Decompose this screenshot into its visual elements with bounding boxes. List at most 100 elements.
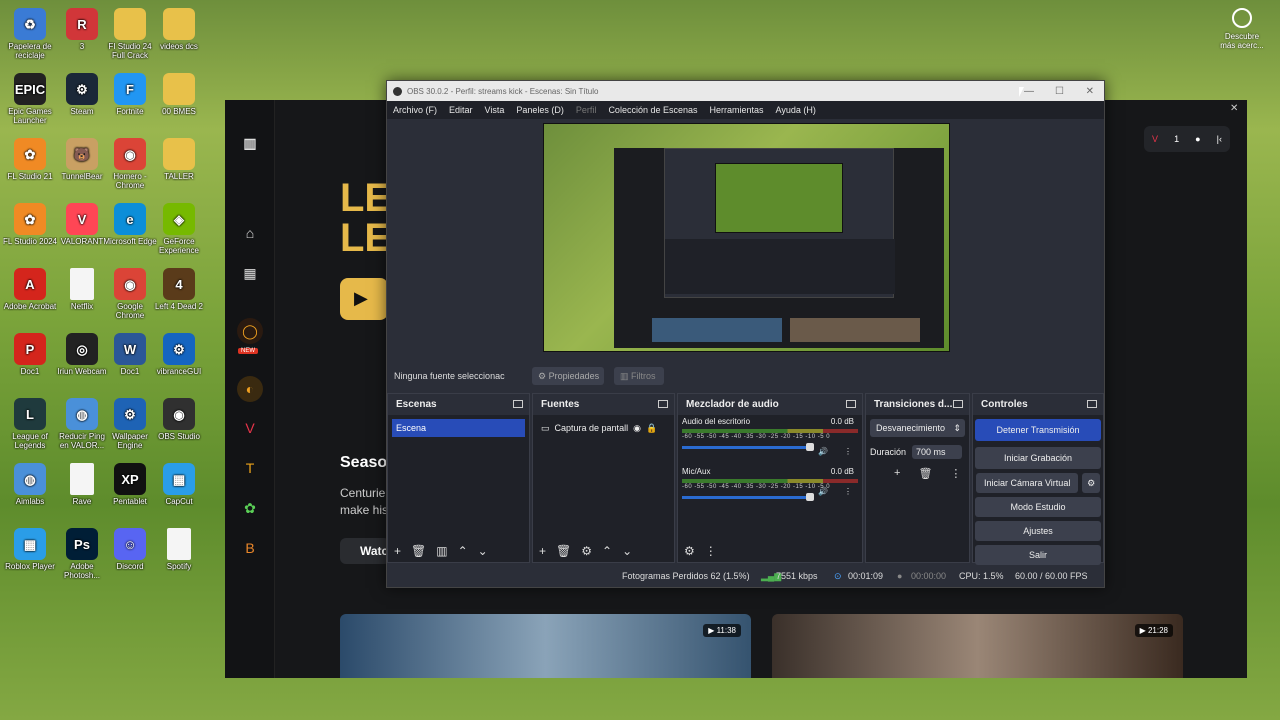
desktop-shortcut[interactable]: Ps Adobe Photosh... [55, 528, 109, 580]
undock-icon[interactable] [513, 400, 523, 408]
channel-avatar-icon[interactable]: B [237, 535, 263, 561]
kick-play-button[interactable]: ▶ [340, 278, 388, 320]
menu-file[interactable]: Archivo (F) [387, 105, 443, 115]
maximize-icon[interactable]: ☐ [1055, 86, 1064, 97]
trash-icon[interactable]: 🗑 [411, 544, 426, 558]
desktop-shortcut[interactable]: ▦ CapCut [152, 463, 206, 506]
desktop-shortcut[interactable]: Rave [55, 463, 109, 506]
watch-button[interactable]: Watc [340, 538, 390, 564]
filter-icon[interactable]: ▥ [436, 544, 447, 558]
advanced-audio-icon[interactable]: ⚙ [684, 544, 695, 558]
channel-avatar-icon[interactable]: ✿ [237, 495, 263, 521]
discover-widget[interactable]: Descubre más acerc... [1218, 8, 1266, 50]
close-icon[interactable]: ✕ [1086, 86, 1094, 97]
menu-edit[interactable]: Editar [443, 105, 479, 115]
gear-icon[interactable]: ⚙ [581, 544, 592, 558]
desktop-shortcut[interactable]: ✿ FL Studio 21 [3, 138, 57, 181]
desktop-shortcut[interactable]: videos dcs [152, 8, 206, 51]
desktop-shortcut[interactable]: ✿ FL Studio 2024 [3, 203, 57, 246]
desktop-shortcut[interactable]: Netflix [55, 268, 109, 311]
properties-button[interactable]: ⚙ Propiedades [532, 367, 604, 385]
up-arrow-icon[interactable]: ⌃ [602, 544, 612, 558]
more-options-icon[interactable]: ⋮ [844, 487, 852, 496]
volume-slider[interactable] [682, 493, 814, 501]
desktop-shortcut[interactable]: ◍ Reducir Ping en VALOR... [55, 398, 109, 450]
desktop-shortcut[interactable]: V VALORANT [55, 203, 109, 246]
desktop-shortcut[interactable]: R3 [55, 8, 109, 51]
thumbnail-video-2[interactable]: ▶ 21:28 [772, 614, 1183, 678]
volume-slider[interactable] [682, 443, 814, 451]
up-arrow-icon[interactable]: ⌃ [458, 544, 468, 558]
collapse-icon[interactable]: |‹ [1217, 134, 1222, 144]
speaker-icon[interactable]: 🔊 [818, 487, 828, 496]
undock-icon[interactable] [658, 400, 668, 408]
obs-titlebar[interactable]: OBS 30.0.2 - Perfil: streams kick - Esce… [387, 81, 1104, 101]
user-icon[interactable]: ● [1195, 134, 1200, 144]
desktop-shortcut[interactable]: P Doc1 [3, 333, 57, 376]
desktop-shortcut[interactable]: e Microsoft Edge [103, 203, 157, 246]
kick-logo-icon[interactable]: ▥ [237, 130, 263, 156]
lock-icon[interactable]: 🔒 [646, 423, 657, 433]
undock-icon[interactable] [1087, 400, 1097, 408]
desktop-shortcut[interactable]: ◈ GeForce Experience [152, 203, 206, 255]
menu-view[interactable]: Vista [479, 105, 511, 115]
desktop-shortcut[interactable]: ☺ Discord [103, 528, 157, 571]
desktop-shortcut[interactable]: ▦ Roblox Player [3, 528, 57, 571]
menu-tools[interactable]: Herramientas [704, 105, 770, 115]
desktop-shortcut[interactable]: ⚙ Steam [55, 73, 109, 116]
desktop-shortcut[interactable]: FI Studio 24 Full Crack [103, 8, 157, 60]
kick-close-icon[interactable]: ✕ [1230, 103, 1238, 114]
channel-avatar-icon[interactable]: ◐ [237, 376, 263, 402]
obs-preview[interactable] [543, 123, 950, 352]
source-item[interactable]: ▭ Captura de pantall ◉ 🔒 [537, 419, 670, 437]
studio-mode-button[interactable]: Modo Estudio [975, 497, 1101, 517]
menu-scene-collection[interactable]: Colección de Escenas [602, 105, 703, 115]
desktop-shortcut[interactable]: 4 Left 4 Dead 2 [152, 268, 206, 311]
desktop-shortcut[interactable]: TALLER [152, 138, 206, 181]
desktop-shortcut[interactable]: Spotify [152, 528, 206, 571]
desktop-shortcut[interactable]: ⚙ vibranceGUI [152, 333, 206, 376]
desktop-shortcut[interactable]: 00 BMES [152, 73, 206, 116]
down-arrow-icon[interactable]: ⌄ [622, 544, 632, 558]
stop-streaming-button[interactable]: Detener Transmisión [975, 419, 1101, 441]
start-virtual-camera-button[interactable]: Iniciar Cámara Virtual [976, 473, 1079, 493]
trash-icon[interactable]: 🗑 [918, 467, 932, 480]
duration-input[interactable]: 700 ms [912, 445, 963, 459]
more-options-icon[interactable]: ⋮ [844, 447, 852, 456]
desktop-shortcut[interactable]: ♻ Papelera de reciclaje [3, 8, 57, 60]
valorant-channel-icon[interactable]: V [237, 415, 263, 441]
eye-icon[interactable]: ◉ [633, 423, 641, 433]
channel-avatar-icon[interactable]: ◯ [237, 318, 263, 344]
desktop-shortcut[interactable]: EPIC Epic Games Launcher [3, 73, 57, 125]
trash-icon[interactable]: 🗑 [556, 544, 571, 558]
speaker-icon[interactable]: 🔊 [818, 447, 828, 456]
desktop-shortcut[interactable]: ◉ Homero - Chrome [103, 138, 157, 190]
home-icon[interactable]: ⌂ [237, 220, 263, 246]
desktop-shortcut[interactable]: ⚙ Wallpaper Engine [103, 398, 157, 450]
exit-button[interactable]: Salir [975, 545, 1101, 565]
add-icon[interactable]: + [539, 544, 546, 558]
desktop-shortcut[interactable]: A Adobe Acrobat [3, 268, 57, 311]
undock-icon[interactable] [953, 400, 963, 408]
more-options-icon[interactable]: ⋮ [950, 467, 961, 480]
desktop-shortcut[interactable]: ◎ Iriun Webcam [55, 333, 109, 376]
desktop-shortcut[interactable]: W Doc1 [103, 333, 157, 376]
browse-icon[interactable]: ▦ [237, 260, 263, 286]
desktop-shortcut[interactable]: F Fortnite [103, 73, 157, 116]
add-icon[interactable]: + [394, 544, 401, 558]
desktop-shortcut[interactable]: ◉ OBS Studio [152, 398, 206, 441]
minimize-icon[interactable]: — [1024, 86, 1034, 97]
add-icon[interactable]: + [894, 467, 900, 480]
valorant-small-icon[interactable]: V [1152, 134, 1158, 144]
menu-help[interactable]: Ayuda (H) [770, 105, 822, 115]
desktop-shortcut[interactable]: L League of Legends [3, 398, 57, 450]
virtual-camera-settings-gear-icon[interactable]: ⚙ [1082, 473, 1100, 493]
thumbnail-video-1[interactable]: ▶ 11:38 [340, 614, 751, 678]
down-arrow-icon[interactable]: ⌄ [478, 544, 488, 558]
transition-select[interactable]: Desvanecimiento ⇕ [870, 419, 965, 437]
start-recording-button[interactable]: Iniciar Grabación [975, 447, 1101, 469]
settings-button[interactable]: Ajustes [975, 521, 1101, 541]
desktop-shortcut[interactable]: 🐻 TunnelBear [55, 138, 109, 181]
desktop-shortcut[interactable]: XP Pentablet [103, 463, 157, 506]
scene-item[interactable]: Escena [392, 419, 525, 437]
